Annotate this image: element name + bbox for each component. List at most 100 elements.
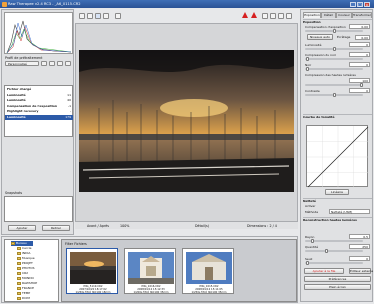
- title-bar[interactable]: Raw Therapee v2.4 RC3 - _A6_0115.CR2 _ □…: [0, 0, 374, 8]
- remove-snapshot-button[interactable]: Retirer: [42, 225, 70, 231]
- thumbnail-item[interactable]: IMG_1015.CR2 2008/01/12 15:11:05 1/250s …: [182, 248, 234, 294]
- amount-slider[interactable]: [305, 249, 363, 253]
- folder-tree[interactable]: Bureau Cercle INDIA Musique PROJET PHOTO…: [4, 239, 59, 302]
- thumbnail-item[interactable]: IMG_5119.CR2 2007/10/20 18:17:02 1/250s …: [66, 248, 118, 294]
- histogram-graph: [6, 20, 72, 54]
- slider-knob[interactable]: [360, 83, 363, 87]
- radius-slider[interactable]: [305, 239, 363, 243]
- threshold-slider[interactable]: [305, 261, 363, 265]
- queue-button[interactable]: Ajouter à la file: [304, 268, 344, 274]
- radius-value[interactable]: 0.5: [349, 234, 370, 239]
- param-value[interactable]: 0.00: [349, 24, 370, 29]
- open-profile-icon[interactable]: [41, 61, 47, 66]
- tab-exposure[interactable]: Exposition: [303, 12, 321, 18]
- print-icon[interactable]: [115, 13, 121, 19]
- image-preview-area[interactable]: [75, 23, 298, 228]
- preview-bottom-toolbar: Avant / Après 100% Détail(s) Dimensions …: [75, 221, 298, 229]
- add-snapshot-button[interactable]: Ajouter: [8, 225, 36, 231]
- color-boost-section-header[interactable]: Reconstruction hautes lumières: [303, 217, 372, 222]
- zoom-100-icon[interactable]: [286, 13, 292, 19]
- snapshots-list[interactable]: [4, 196, 73, 222]
- curve-type-select[interactable]: Linéaire: [325, 189, 349, 195]
- zoom-out-icon[interactable]: [270, 13, 276, 19]
- threshold-value[interactable]: 0: [349, 256, 370, 261]
- thumbnail-image: [128, 252, 174, 284]
- slider-knob[interactable]: [325, 249, 328, 253]
- fullscreen-button[interactable]: Plein écran: [304, 284, 371, 290]
- zoom-value[interactable]: 100%: [120, 224, 129, 228]
- black-slider[interactable]: [305, 67, 363, 71]
- preferences-button[interactable]: Préférences: [304, 276, 371, 282]
- file-browser: Bureau Cercle INDIA Musique PROJET PHOTO…: [1, 236, 298, 303]
- tab-color[interactable]: Couleur: [336, 12, 352, 18]
- sharpen-method-select[interactable]: Netteté (USM): [329, 209, 370, 214]
- clip-value[interactable]: 0.00: [355, 35, 370, 40]
- exposure-slider[interactable]: [305, 29, 363, 33]
- param-value[interactable]: 0: [349, 42, 370, 47]
- histogram: [4, 12, 73, 54]
- hand-tool-icon[interactable]: [79, 13, 85, 19]
- thumbnail-image: [186, 252, 232, 284]
- snapshots-label: Snapshots: [5, 191, 23, 195]
- crop-tool-icon[interactable]: [95, 13, 101, 19]
- auto-levels-button[interactable]: Niveaux auto: [307, 34, 333, 40]
- param-value[interactable]: 0: [349, 88, 370, 93]
- zoom-in-icon[interactable]: [278, 13, 284, 19]
- photo-preview: [79, 50, 294, 192]
- shadow-clip-warning-icon[interactable]: [242, 12, 248, 18]
- right-panel: Exposition Détail Couleur Transformer Ex…: [300, 9, 373, 302]
- param-label: Compression du noir: [305, 53, 336, 57]
- tone-curve-editor[interactable]: [306, 125, 369, 188]
- param-value[interactable]: 0: [349, 52, 370, 57]
- history-item-selected[interactable]: Luminosité 179: [5, 114, 73, 120]
- window-title: Raw Therapee v2.4 RC3 - _A6_0115.CR2: [8, 2, 81, 6]
- tone-curve-graph: [307, 126, 369, 188]
- amount-value[interactable]: 250: [349, 244, 370, 249]
- maximize-button[interactable]: □: [357, 1, 363, 7]
- sharpen-method-label: Méthode: [305, 210, 319, 214]
- app-icon: [2, 1, 7, 7]
- slider-knob[interactable]: [333, 29, 336, 33]
- thumbnail-info: 1/250s f/8.0 ISO100 18mm: [75, 291, 111, 294]
- tab-transform[interactable]: Transformer: [352, 12, 372, 18]
- paste-profile-icon[interactable]: [65, 61, 71, 66]
- tab-detail[interactable]: Détail: [321, 12, 336, 18]
- copy-profile-icon[interactable]: [57, 61, 63, 66]
- slider-knob[interactable]: [333, 47, 336, 51]
- save-profile-icon[interactable]: [49, 61, 55, 66]
- black-compression-slider[interactable]: [305, 57, 363, 61]
- highlight-compression-slider[interactable]: [305, 83, 363, 87]
- history-list[interactable]: Fichier chargé Luminosité 11 Luminosité 40…: [4, 85, 73, 137]
- param-value[interactable]: 100: [349, 78, 370, 83]
- white-balance-tool-icon[interactable]: [87, 13, 93, 19]
- slider-knob[interactable]: [306, 261, 309, 265]
- param-value[interactable]: 0: [349, 62, 370, 67]
- sharpen-enable-checkbox[interactable]: Activer: [305, 204, 316, 208]
- thumbnail-image: [70, 252, 116, 284]
- slider-knob[interactable]: [306, 67, 309, 71]
- filter-label: Filter Fichiers: [65, 242, 87, 246]
- minimize-button[interactable]: _: [350, 1, 356, 7]
- slider-knob[interactable]: [333, 93, 336, 97]
- sharpen-section-header[interactable]: Netteté: [303, 198, 372, 203]
- param-label: Contraste: [305, 89, 320, 93]
- editor-button[interactable]: Éditeur externe: [349, 268, 373, 274]
- thumbnail-grid[interactable]: Filter Fichiers IMG_5119.CR2 2007/10/20 …: [61, 239, 297, 302]
- curve-section-header[interactable]: Courbe de tonalité: [303, 114, 372, 119]
- contrast-slider[interactable]: [305, 93, 363, 97]
- zoom-fit-icon[interactable]: [262, 13, 268, 19]
- dimension-hint: Dimensions : 2 / 4: [247, 224, 277, 228]
- left-panel: Profil de prétraitement Personnalisé Fic…: [1, 9, 74, 235]
- thumbnail-item[interactable]: IMG_1016.CR2 2008/01/12 15:12:33 1/200s …: [124, 248, 176, 294]
- param-label: Luminosité: [305, 43, 322, 47]
- slider-knob[interactable]: [306, 57, 309, 61]
- thumbnail-info: 1/250s f/8.0 ISO100 35mm: [191, 291, 227, 294]
- brightness-slider[interactable]: [305, 47, 363, 51]
- app-window: Raw Therapee v2.4 RC3 - _A6_0115.CR2 _ □…: [0, 0, 374, 304]
- profile-select[interactable]: Personnalisé: [5, 61, 39, 66]
- straighten-tool-icon[interactable]: [103, 13, 109, 19]
- close-button[interactable]: x: [364, 1, 370, 7]
- folder-item[interactable]: DCIM: [17, 296, 30, 301]
- highlight-clip-warning-icon[interactable]: [251, 12, 257, 18]
- slider-knob[interactable]: [311, 239, 314, 243]
